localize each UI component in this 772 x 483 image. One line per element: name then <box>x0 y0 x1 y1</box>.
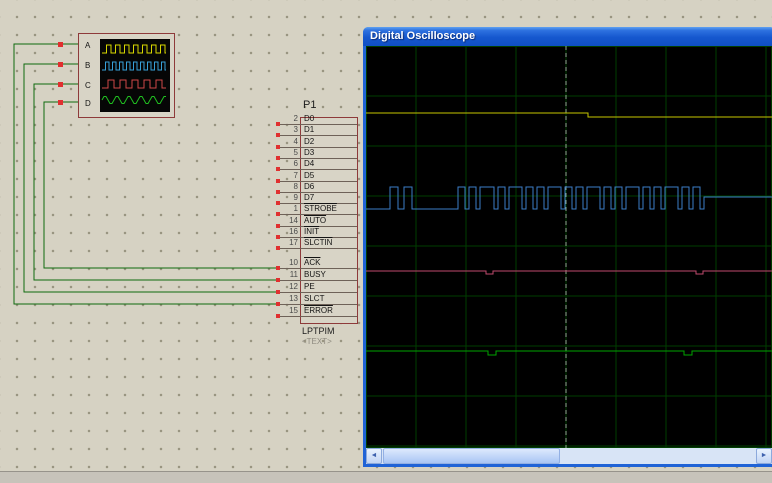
preview-square-trace <box>102 62 166 70</box>
scope-pin-state-indicator <box>58 100 63 105</box>
scope-traces <box>366 46 772 448</box>
pin-name: SLCTIN <box>304 239 332 247</box>
horizontal-scrollbar[interactable]: ◄ ► <box>366 448 772 464</box>
pin-number: 8 <box>278 183 298 191</box>
pin-line <box>280 292 357 293</box>
channel-label-C: C <box>85 81 91 90</box>
pin-number: 12 <box>278 283 298 291</box>
connector-text-placeholder: <TEXT> <box>302 337 332 346</box>
pin-number: 5 <box>278 149 298 157</box>
window-titlebar[interactable]: Digital Oscilloscope <box>363 27 772 46</box>
connector-reference: P1 <box>303 99 316 111</box>
pin-name: D3 <box>304 149 314 157</box>
pin-name: ACK <box>304 259 320 267</box>
scope-pin-state-indicator <box>58 82 63 87</box>
pin-name: D6 <box>304 183 314 191</box>
scroll-left-icon: ◄ <box>371 452 378 459</box>
trace-channel-C <box>366 271 772 274</box>
pin-number: 14 <box>278 217 298 225</box>
pin-name: PE <box>304 283 315 291</box>
pin-name: D2 <box>304 138 314 146</box>
pin-line <box>280 135 357 136</box>
preview-sine-trace <box>102 97 166 104</box>
oscilloscope-preview-screen <box>100 39 170 112</box>
scope-plot-area[interactable] <box>366 46 772 448</box>
pin-number: 3 <box>278 126 298 134</box>
pin-name: AUTO <box>304 217 326 225</box>
pin-line <box>280 248 357 249</box>
pin-line <box>280 158 357 159</box>
pin-name: D5 <box>304 172 314 180</box>
trace-channel-D <box>366 351 772 355</box>
pin-name: D1 <box>304 126 314 134</box>
pin-name: D4 <box>304 160 314 168</box>
pin-number: 2 <box>278 115 298 123</box>
oscilloscope-preview-waveforms <box>100 39 170 112</box>
pin-line <box>280 316 357 317</box>
pin-line <box>280 181 357 182</box>
pin-line <box>280 280 357 281</box>
pin-line <box>280 147 357 148</box>
preview-square-trace <box>102 80 166 88</box>
pin-number: 16 <box>278 228 298 236</box>
pin-number: 15 <box>278 307 298 315</box>
pin-number: 10 <box>278 259 298 267</box>
pin-line <box>280 192 357 193</box>
pin-name: BUSY <box>304 271 326 279</box>
scroll-right-icon: ► <box>761 452 768 459</box>
pin-number: 7 <box>278 172 298 180</box>
pin-name: SLCT <box>304 295 324 303</box>
window-title: Digital Oscilloscope <box>370 30 475 42</box>
channel-label-B: B <box>85 61 90 70</box>
pin-name: INIT <box>304 228 319 236</box>
plot-frame <box>367 47 772 448</box>
pin-name: ERROR <box>304 307 333 315</box>
pin-number: 13 <box>278 295 298 303</box>
pin-number: 9 <box>278 194 298 202</box>
pin-line <box>280 268 357 269</box>
pin-name: STROBE <box>304 205 337 213</box>
pin-number: 1 <box>278 205 298 213</box>
scope-pin-state-indicator <box>58 42 63 47</box>
connector-model-label: LPTPIM <box>302 326 335 336</box>
pin-name: D0 <box>304 115 314 123</box>
trace-channel-A <box>366 113 772 117</box>
pin-number: 4 <box>278 138 298 146</box>
channel-label-A: A <box>85 41 90 50</box>
preview-square-trace <box>102 45 166 53</box>
schematic-canvas[interactable]: A B CD P1 LPTPIM <TEXT> 2 D0 3 D1 4 D2 5 D3 6 D4 7 D5… <box>0 0 772 483</box>
pin-number: 11 <box>278 271 298 279</box>
scroll-left-button[interactable]: ◄ <box>366 448 382 464</box>
pin-line <box>280 304 357 305</box>
scope-pin-state-indicator <box>58 62 63 67</box>
pin-name: D7 <box>304 194 314 202</box>
scrollbar-thumb[interactable] <box>383 448 560 464</box>
wire-d[interactable] <box>44 102 280 268</box>
digital-oscilloscope-window[interactable]: Digital Oscilloscope ◄ ► <box>363 27 772 467</box>
trace-channel-B <box>366 187 772 209</box>
oscilloscope-symbol[interactable]: A B CD <box>78 33 175 118</box>
channel-label-D: D <box>85 99 91 108</box>
pin-number: 17 <box>278 239 298 247</box>
app-bottom-edge <box>0 471 772 483</box>
pin-number: 6 <box>278 160 298 168</box>
scroll-right-button[interactable]: ► <box>756 448 772 464</box>
lpt-connector[interactable]: P1 LPTPIM <TEXT> 2D03D14D25D36D47D58D69D… <box>276 117 360 347</box>
pin-line <box>280 214 357 215</box>
pin-line <box>280 169 357 170</box>
pin-line <box>280 124 357 125</box>
